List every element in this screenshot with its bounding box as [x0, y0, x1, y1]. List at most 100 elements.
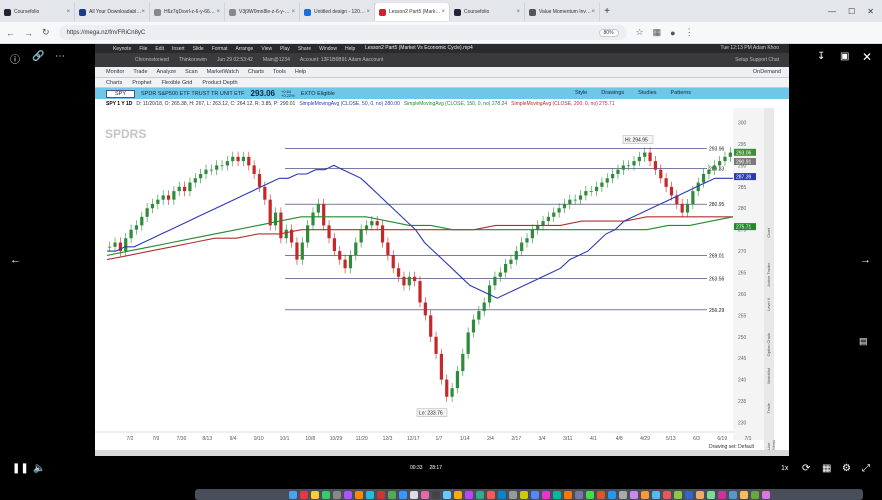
browser-tab[interactable]: Value Momentum Investi...×: [525, 3, 600, 21]
dock-app-icon[interactable]: [596, 490, 605, 499]
dock-app-icon[interactable]: [453, 490, 462, 499]
dock-app-icon[interactable]: [651, 490, 660, 499]
volume-icon[interactable]: 🔈: [33, 463, 45, 474]
loop-icon[interactable]: ⟳: [802, 463, 810, 474]
mac-menu-item[interactable]: Slide: [193, 46, 204, 52]
dock-app-icon[interactable]: [321, 490, 330, 499]
browser-tab[interactable]: Lesson2 Part5 (Market Vs E...×: [375, 3, 450, 21]
pause-icon[interactable]: ❚❚: [12, 463, 29, 474]
dock-app-icon[interactable]: [332, 490, 341, 499]
dock-app-icon[interactable]: [464, 490, 473, 499]
tos-menu-item[interactable]: Scan: [185, 69, 198, 75]
mac-menu-item[interactable]: Format: [212, 46, 228, 52]
dock-app-icon[interactable]: [673, 490, 682, 499]
side-tab[interactable]: Option Chain: [766, 333, 771, 356]
dock-app-icon[interactable]: [717, 490, 726, 499]
chart-tool-studies[interactable]: Studies: [638, 90, 656, 96]
captions-icon[interactable]: ▦: [822, 463, 831, 474]
tab-close-icon[interactable]: ×: [66, 9, 70, 15]
side-tab[interactable]: Trade: [766, 403, 771, 413]
dock-app-icon[interactable]: [563, 490, 572, 499]
mac-menu-item[interactable]: Help: [345, 46, 355, 52]
dock-app-icon[interactable]: [728, 490, 737, 499]
tab-close-icon[interactable]: ×: [141, 9, 145, 15]
info-icon[interactable]: ⓘ: [10, 51, 20, 66]
tos-submenu-item[interactable]: Charts: [106, 80, 122, 86]
dock-app-icon[interactable]: [354, 490, 363, 499]
dock-app-icon[interactable]: [574, 490, 583, 499]
dock-app-icon[interactable]: [662, 490, 671, 499]
tos-menu-item[interactable]: Help: [295, 69, 306, 75]
dock-app-icon[interactable]: [684, 490, 693, 499]
tos-menu-item[interactable]: Analyze: [157, 69, 177, 75]
extensions-icon[interactable]: ▦: [653, 27, 662, 38]
dock-app-icon[interactable]: [629, 490, 638, 499]
tab-close-icon[interactable]: ×: [516, 9, 520, 15]
ondemand-button[interactable]: OnDemand: [753, 69, 781, 75]
dock-app-icon[interactable]: [695, 490, 704, 499]
pip-icon[interactable]: ▤: [859, 336, 868, 347]
dock-app-icon[interactable]: [706, 490, 715, 499]
dock-app-icon[interactable]: [530, 490, 539, 499]
download-icon[interactable]: ↧: [817, 51, 825, 62]
menu-icon[interactable]: ⋮: [685, 27, 694, 38]
new-tab-button[interactable]: +: [600, 6, 614, 17]
reload-icon[interactable]: ↻: [42, 27, 50, 38]
minimize-icon[interactable]: —: [828, 7, 836, 16]
mac-menu-item[interactable]: Window: [319, 46, 337, 52]
browser-tab[interactable]: V3j9W0mn8le-z-6-y-66630...×: [225, 3, 300, 21]
tos-menu-item[interactable]: Trade: [133, 69, 147, 75]
side-tab[interactable]: Chart: [766, 228, 771, 238]
dock-app-icon[interactable]: [761, 490, 770, 499]
tos-submenu-item[interactable]: Prophet: [132, 80, 151, 86]
mac-menu-item[interactable]: Keynote: [113, 46, 131, 52]
dock-app-icon[interactable]: [409, 490, 418, 499]
tos-submenu-item[interactable]: Product Depth: [202, 80, 237, 86]
dock-app-icon[interactable]: [442, 490, 451, 499]
dock-app-icon[interactable]: [739, 490, 748, 499]
tos-menu-item[interactable]: Charts: [248, 69, 264, 75]
tos-menu-item[interactable]: Tools: [273, 69, 286, 75]
dock-app-icon[interactable]: [497, 490, 506, 499]
browser-tab[interactable]: Coursefolio ×: [450, 3, 525, 21]
dock-app-icon[interactable]: [607, 490, 616, 499]
mac-menu-item[interactable]: Edit: [155, 46, 164, 52]
mac-menu-item[interactable]: Share: [298, 46, 311, 52]
dock-app-icon[interactable]: [398, 490, 407, 499]
window-close-icon[interactable]: ✕: [867, 7, 874, 16]
browser-tab[interactable]: Untitled design - 1200 x... ×: [300, 3, 375, 21]
forward-icon[interactable]: →: [24, 28, 33, 38]
dock-app-icon[interactable]: [618, 490, 627, 499]
profile-icon[interactable]: ●: [670, 28, 675, 38]
tab-close-icon[interactable]: ×: [366, 9, 370, 15]
prev-arrow-icon[interactable]: ←: [10, 254, 21, 266]
chart-tool-patterns[interactable]: Patterns: [671, 90, 691, 96]
side-tab[interactable]: Active Trader: [766, 263, 771, 287]
maximize-icon[interactable]: ☐: [848, 7, 855, 16]
dock-app-icon[interactable]: [288, 490, 297, 499]
next-arrow-icon[interactable]: →: [860, 254, 871, 266]
zoom-indicator[interactable]: 80%: [598, 28, 619, 37]
dock-app-icon[interactable]: [541, 490, 550, 499]
url-field[interactable]: https://mega.nz/fm/FRiCn8yC 80%: [58, 25, 627, 40]
more-icon[interactable]: ⋯: [55, 51, 65, 62]
tab-close-icon[interactable]: ×: [591, 9, 595, 15]
tos-submenu-item[interactable]: Flexible Grid: [161, 80, 192, 86]
dock-app-icon[interactable]: [585, 490, 594, 499]
tab-close-icon[interactable]: ×: [216, 9, 220, 15]
dock-app-icon[interactable]: [310, 490, 319, 499]
browser-tab[interactable]: Coursefolio ×: [0, 3, 75, 21]
browser-tab[interactable]: H6z7qDsvrl-z-6-y-66630bff...×: [150, 3, 225, 21]
dock-app-icon[interactable]: [365, 490, 374, 499]
mac-menu-item[interactable]: View: [261, 46, 272, 52]
tab-close-icon[interactable]: ×: [441, 9, 445, 15]
mac-menu-item[interactable]: File: [139, 46, 147, 52]
speed-button[interactable]: 1x: [781, 465, 788, 472]
dock-app-icon[interactable]: [640, 490, 649, 499]
mac-menu-item[interactable]: Arrange: [236, 46, 254, 52]
back-icon[interactable]: ←: [6, 28, 15, 38]
side-tab[interactable]: Live News: [766, 438, 776, 450]
dock-app-icon[interactable]: [376, 490, 385, 499]
chart-tool-style[interactable]: Style: [575, 90, 587, 96]
dock-app-icon[interactable]: [475, 490, 484, 499]
